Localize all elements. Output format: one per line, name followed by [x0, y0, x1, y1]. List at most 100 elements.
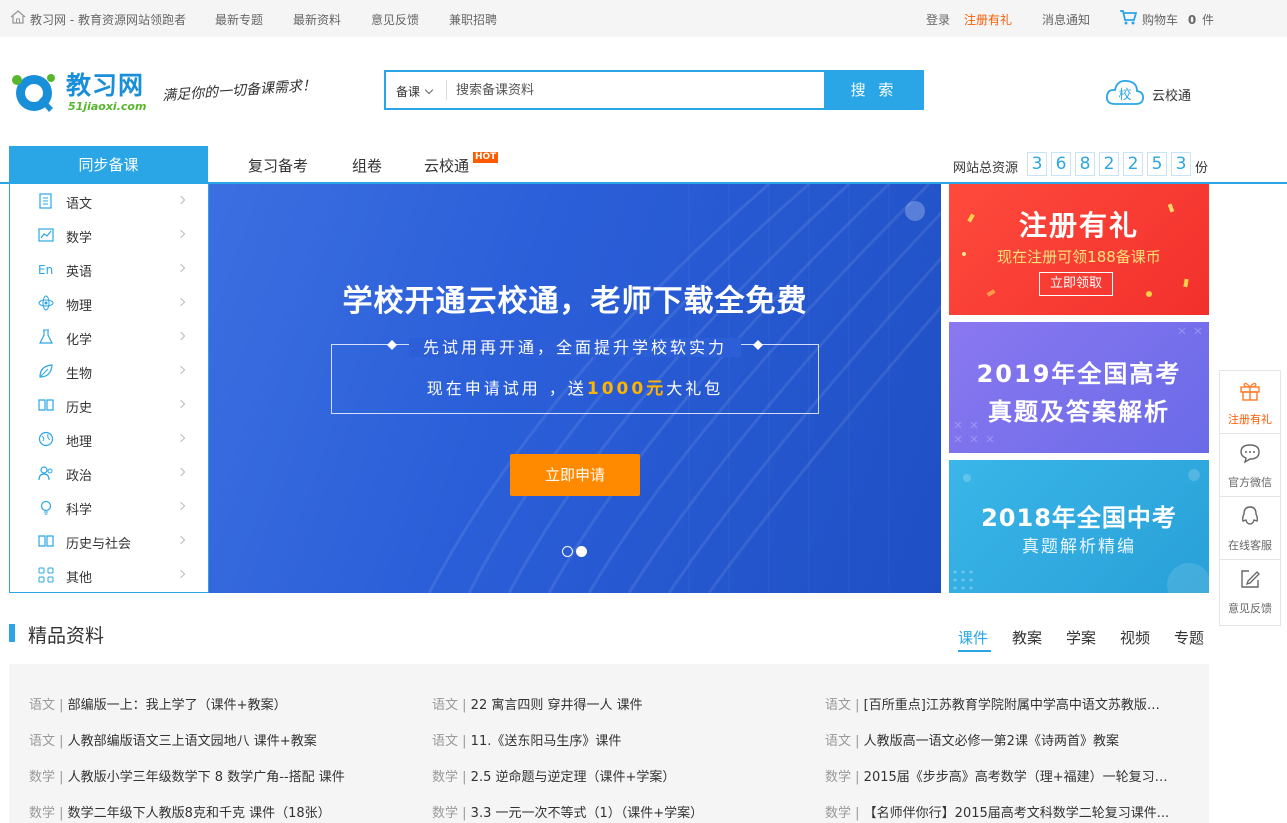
search-input[interactable] — [456, 78, 816, 102]
gift-icon — [1240, 382, 1260, 401]
cloud-school-link[interactable]: 云校通 — [1152, 85, 1191, 104]
register-link[interactable]: 注册有礼 — [964, 11, 1012, 28]
cart-link[interactable]: 购物车 0 件 — [1142, 11, 1214, 28]
resource-title: 2.5 逆命题与逆定理（课件+学案） — [470, 770, 676, 785]
people-icon — [38, 466, 53, 481]
resource-item[interactable]: 数学 | 【名师伴你行】2015届高考文科数学二轮复习课件... — [825, 802, 1170, 821]
resource-subject: 语文 — [432, 698, 459, 713]
section-tab-study-plan[interactable]: 学案 — [1066, 627, 1096, 648]
float-register-gift[interactable]: 注册有礼 — [1220, 371, 1280, 434]
subject-item-chinese[interactable]: 语文 — [10, 184, 208, 218]
nav-tab-cloud-school[interactable]: 云校通 — [424, 155, 469, 176]
float-feedback[interactable]: 意见反馈 — [1220, 560, 1280, 623]
cloud-school-icon[interactable]: 校 — [1105, 76, 1145, 108]
subject-item-science[interactable]: 科学 — [10, 490, 208, 524]
resource-count-label: 网站总资源 — [953, 161, 1019, 176]
resource-digit: 3 — [1171, 152, 1191, 176]
leaf-icon — [39, 364, 53, 378]
search-type-label: 备课 — [396, 85, 421, 99]
search-type-select[interactable]: 备课 — [396, 83, 434, 100]
chart-line-icon — [38, 228, 54, 242]
subject-item-politics[interactable]: 政治 — [10, 456, 208, 490]
nav-tab-review[interactable]: 复习备考 — [248, 155, 308, 176]
subject-item-biology[interactable]: 生物 — [10, 354, 208, 388]
banner-subtitle: 先试用再开通，全面提升学校软实力 — [209, 334, 941, 358]
carousel-dot-active[interactable] — [576, 546, 587, 557]
promo-zhongkao[interactable]: 2018年全国中考 真题解析精编 — [949, 460, 1209, 593]
cart-icon[interactable] — [1120, 10, 1137, 25]
subject-label: 其他 — [66, 571, 93, 586]
carousel-dot[interactable] — [562, 546, 573, 557]
section-title: 精品资料 — [28, 625, 105, 647]
topbar-link-latest-resources[interactable]: 最新资料 — [293, 11, 341, 28]
subject-item-physics[interactable]: 物理 — [10, 286, 208, 320]
resource-item[interactable]: 语文 | 部编版一上：我上学了（课件+教案） — [29, 694, 374, 713]
flask-icon — [39, 329, 53, 344]
subject-label: 化学 — [66, 333, 93, 348]
resource-item[interactable]: 语文 | 11.《送东阳马生序》课件 — [432, 730, 777, 749]
home-icon[interactable] — [10, 10, 26, 24]
subject-item-math[interactable]: 数学 — [10, 218, 208, 252]
resource-item[interactable]: 语文 | [百所重点]江苏教育学院附属中学高中语文苏教版必修... — [825, 694, 1170, 713]
site-name-link[interactable]: 教习网 - 教育资源网站领跑者 — [30, 11, 186, 28]
float-online-service[interactable]: 在线客服 — [1220, 497, 1280, 560]
resource-title: 数学二年级下人教版8克和千克 课件（18张） — [67, 806, 331, 821]
subject-item-geography[interactable]: 地理 — [10, 422, 208, 456]
resource-subject: 数学 — [29, 806, 56, 821]
subject-item-other[interactable]: 其他 — [10, 558, 208, 592]
subject-menu: 语文 数学 En 英语 物理 化学 生物 历史 地理 政治 科学 历史与社会 其… — [9, 184, 209, 593]
float-wechat[interactable]: 官方微信 — [1220, 434, 1280, 497]
promo-gaokao[interactable]: 2019年全国高考 真题及答案解析 — [949, 322, 1209, 453]
banner-highlight: 1000元 — [586, 379, 667, 399]
atom-icon — [38, 295, 54, 311]
login-link[interactable]: 登录 — [926, 11, 950, 28]
logo-text[interactable]: 教习网 — [66, 66, 144, 102]
nav-tab-compose-paper[interactable]: 组卷 — [352, 155, 382, 176]
logo-icon[interactable] — [9, 68, 59, 116]
subject-item-history-society[interactable]: 历史与社会 — [10, 524, 208, 558]
notifications-link[interactable]: 消息通知 — [1042, 11, 1090, 28]
resource-item[interactable]: 语文 | 人教版高一语文必修一第2课《诗两首》教案 — [825, 730, 1170, 749]
claim-button[interactable]: 立即领取 — [1039, 272, 1113, 296]
subject-item-history[interactable]: 历史 — [10, 388, 208, 422]
subject-label: 历史 — [66, 401, 93, 416]
banner-line2-pre: 现在申请试用 ，送 — [426, 379, 587, 398]
resource-item[interactable]: 数学 | 2015届《步步高》高考数学（理+福建）一轮复习课件... — [825, 766, 1170, 785]
resource-item[interactable]: 数学 | 数学二年级下人教版8克和千克 课件（18张） — [29, 802, 374, 821]
resource-title: 人教版高一语文必修一第2课《诗两首》教案 — [863, 734, 1119, 749]
chevron-right-icon — [176, 331, 186, 341]
open-book-icon — [38, 535, 54, 547]
subject-label: 地理 — [66, 435, 93, 450]
resource-item[interactable]: 数学 | 2.5 逆命题与逆定理（课件+学案） — [432, 766, 777, 785]
promo-register[interactable]: 注册有礼 现在注册可领188备课币 立即领取 — [949, 184, 1209, 315]
globe-icon — [38, 431, 54, 447]
subject-label: 科学 — [66, 503, 93, 518]
search-box: 备课 搜 索 — [384, 70, 924, 110]
topbar-link-feedback[interactable]: 意见反馈 — [371, 11, 419, 28]
nav-tab-sync-prep[interactable]: 同步备课 — [9, 146, 208, 184]
book-icon — [39, 193, 52, 209]
apply-now-button[interactable]: 立即申请 — [510, 454, 640, 496]
topbar-link-latest-topics[interactable]: 最新专题 — [215, 11, 263, 28]
resource-item[interactable]: 数学 | 3.3 一元一次不等式（1）（课件+学案） — [432, 802, 777, 821]
hero-banner[interactable]: 学校开通云校通，老师下载全免费 先试用再开通，全面提升学校软实力 现在申请试用 … — [209, 184, 941, 593]
resource-subject: 语文 — [29, 734, 56, 749]
resource-item[interactable]: 语文 | 22 寓言四则 穿井得一人 课件 — [432, 694, 777, 713]
topbar-link-jobs[interactable]: 兼职招聘 — [449, 11, 497, 28]
section-tab-video[interactable]: 视频 — [1120, 627, 1150, 648]
resource-item[interactable]: 语文 | 人教部编版语文三上语文园地八 课件+教案 — [29, 730, 374, 749]
resource-item[interactable]: 数学 | 人教版小学三年级数学下 8 数学广角--搭配 课件 — [29, 766, 374, 785]
chevron-right-icon — [176, 501, 186, 511]
section-tab-topics[interactable]: 专题 — [1174, 627, 1204, 648]
search-button[interactable]: 搜 索 — [824, 70, 924, 110]
resource-title: 人教部编版语文三上语文园地八 课件+教案 — [67, 734, 317, 749]
subject-label: 语文 — [66, 197, 93, 212]
resource-subject: 语文 — [432, 734, 459, 749]
cloud-badge-text: 校 — [1118, 87, 1131, 103]
subject-item-english[interactable]: En 英语 — [10, 252, 208, 286]
section-tab-courseware[interactable]: 课件 — [958, 627, 988, 648]
section-tab-lesson-plan[interactable]: 教案 — [1012, 627, 1042, 648]
resource-subject: 语文 — [29, 698, 56, 713]
subject-item-chemistry[interactable]: 化学 — [10, 320, 208, 354]
promo-register-title: 注册有礼 — [1018, 209, 1139, 242]
